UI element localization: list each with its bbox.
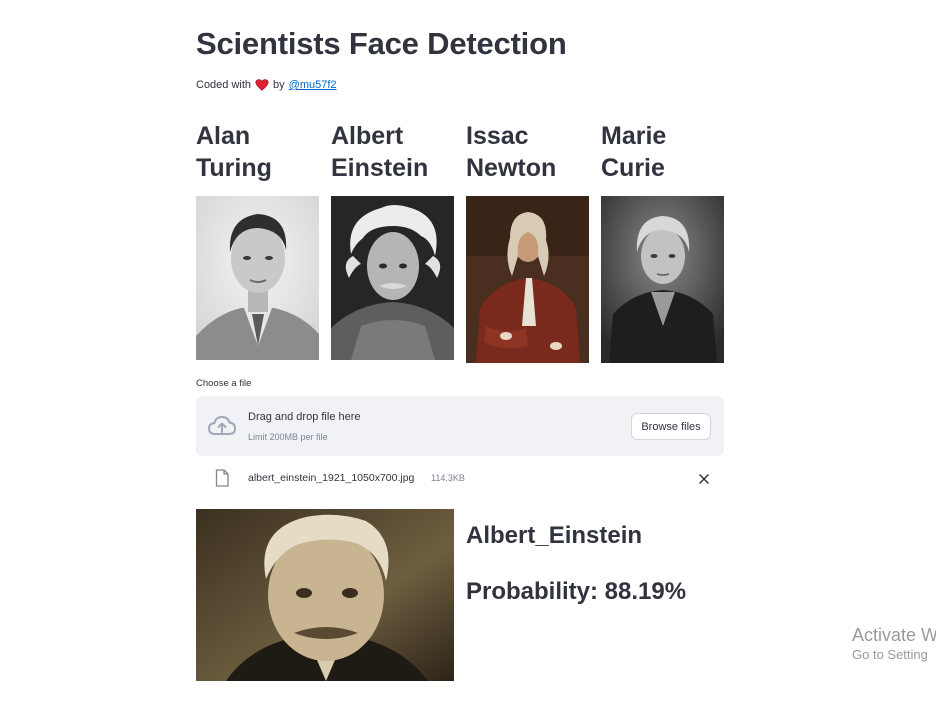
page-title: Scientists Face Detection [196, 26, 567, 61]
scientist-column-einstein: Albert Einstein [331, 120, 454, 360]
prediction-probability: Probability: 88.19% [466, 578, 687, 605]
scientist-name: Albert Einstein [331, 122, 429, 182]
scientist-column-turing: Alan Turing [196, 120, 319, 360]
portrait-image-turing [196, 196, 319, 360]
byline-by: by [273, 79, 285, 91]
cloud-upload-icon [208, 415, 236, 435]
scientist-column-curie: Marie Curie [601, 120, 724, 363]
heart-icon [255, 79, 269, 91]
byline-prefix: Coded with [196, 79, 252, 91]
portrait-image-curie [601, 196, 724, 363]
scientist-name: Issac Newton [466, 122, 557, 182]
close-icon[interactable] [696, 471, 712, 487]
detected-face-image [196, 509, 454, 681]
byline: Coded with by @mu57f2 [196, 79, 337, 91]
drop-instructions: Drag and drop file here [248, 411, 361, 423]
scientist-column-newton: Issac Newton [466, 120, 589, 363]
scientist-name: Marie Curie [601, 122, 667, 182]
upload-limit-text: Limit 200MB per file [248, 432, 328, 442]
scientist-name: Alan Turing [196, 122, 272, 182]
uploaded-file-name: albert_einstein_1921_1050x700.jpg [248, 472, 415, 484]
uploaded-file-size: 114.3KB [431, 473, 465, 483]
activate-windows-watermark: Activate W Go to Setting [852, 624, 936, 664]
author-link[interactable]: @mu57f2 [289, 79, 337, 91]
prediction-label: Albert_Einstein [466, 522, 643, 549]
watermark-subtitle: Go to Setting [852, 647, 928, 662]
portrait-image-newton [466, 196, 589, 363]
watermark-title: Activate W [852, 625, 936, 645]
uploaded-file-row: albert_einstein_1921_1050x700.jpg 114.3K… [196, 467, 724, 491]
file-dropzone[interactable]: Drag and drop file here Limit 200MB per … [196, 396, 724, 456]
portrait-image-einstein [331, 196, 454, 360]
file-icon [215, 469, 229, 487]
uploader-label: Choose a file [196, 378, 252, 389]
browse-files-button[interactable]: Browse files [631, 413, 711, 440]
